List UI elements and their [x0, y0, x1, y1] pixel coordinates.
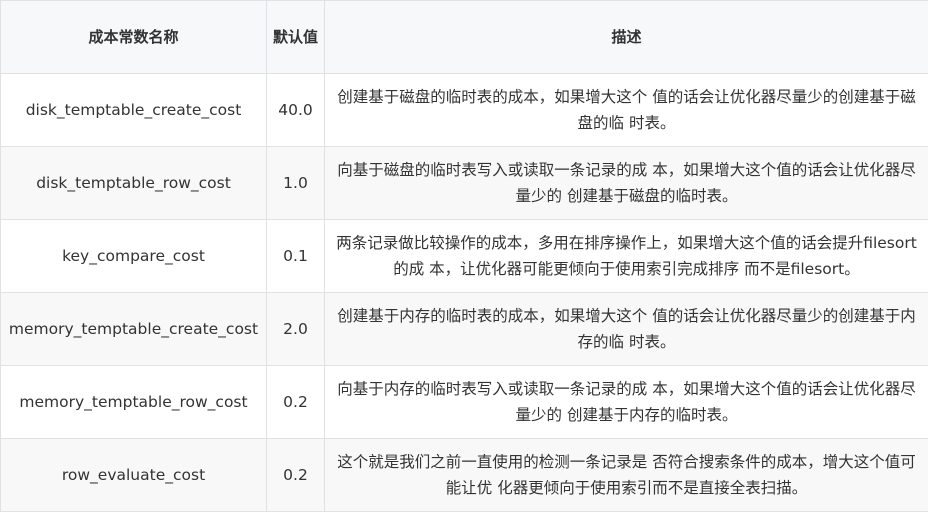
default-value-cell: 1.0 — [266, 146, 325, 220]
table-header: 成本常数名称 默认值 描述 — [0, 0, 928, 74]
cost-name-cell: key_compare_cost — [0, 219, 267, 293]
default-value-cell: 2.0 — [266, 292, 325, 366]
cost-constants-table: 成本常数名称 默认值 描述 disk_temptable_create_cost… — [0, 0, 928, 512]
default-value-cell: 0.1 — [266, 219, 325, 293]
header-name: 成本常数名称 — [0, 0, 267, 74]
table-row: memory_temptable_row_cost 0.2 向基于内存的临时表写… — [0, 365, 928, 439]
cost-name-cell: disk_temptable_row_cost — [0, 146, 267, 220]
table-body: disk_temptable_create_cost 40.0 创建基于磁盘的临… — [0, 73, 928, 512]
cost-name-cell: memory_temptable_create_cost — [0, 292, 267, 366]
default-value-cell: 0.2 — [266, 438, 325, 512]
description-cell: 向基于内存的临时表写入或读取一条记录的成 本，如果增大这个值的话会让优化器尽量少… — [324, 365, 928, 439]
default-value-cell: 40.0 — [266, 73, 325, 147]
table-row: memory_temptable_create_cost 2.0 创建基于内存的… — [0, 292, 928, 366]
default-value-cell: 0.2 — [266, 365, 325, 439]
header-default-value: 默认值 — [266, 0, 325, 74]
cost-name-cell: disk_temptable_create_cost — [0, 73, 267, 147]
description-cell: 创建基于内存的临时表的成本，如果增大这个 值的话会让优化器尽量少的创建基于内存的… — [324, 292, 928, 366]
table-row: key_compare_cost 0.1 两条记录做比较操作的成本，多用在排序操… — [0, 219, 928, 293]
header-row: 成本常数名称 默认值 描述 — [0, 0, 928, 74]
description-cell: 这个就是我们之前一直使用的检测一条记录是 否符合搜索条件的成本，增大这个值可能让… — [324, 438, 928, 512]
table-row: row_evaluate_cost 0.2 这个就是我们之前一直使用的检测一条记… — [0, 438, 928, 512]
header-description: 描述 — [324, 0, 928, 74]
cost-name-cell: row_evaluate_cost — [0, 438, 267, 512]
table-row: disk_temptable_row_cost 1.0 向基于磁盘的临时表写入或… — [0, 146, 928, 220]
description-cell: 两条记录做比较操作的成本，多用在排序操作上，如果增大这个值的话会提升fileso… — [324, 219, 928, 293]
description-cell: 创建基于磁盘的临时表的成本，如果增大这个 值的话会让优化器尽量少的创建基于磁盘的… — [324, 73, 928, 147]
table-row: disk_temptable_create_cost 40.0 创建基于磁盘的临… — [0, 73, 928, 147]
cost-name-cell: memory_temptable_row_cost — [0, 365, 267, 439]
description-cell: 向基于磁盘的临时表写入或读取一条记录的成 本，如果增大这个值的话会让优化器尽量少… — [324, 146, 928, 220]
